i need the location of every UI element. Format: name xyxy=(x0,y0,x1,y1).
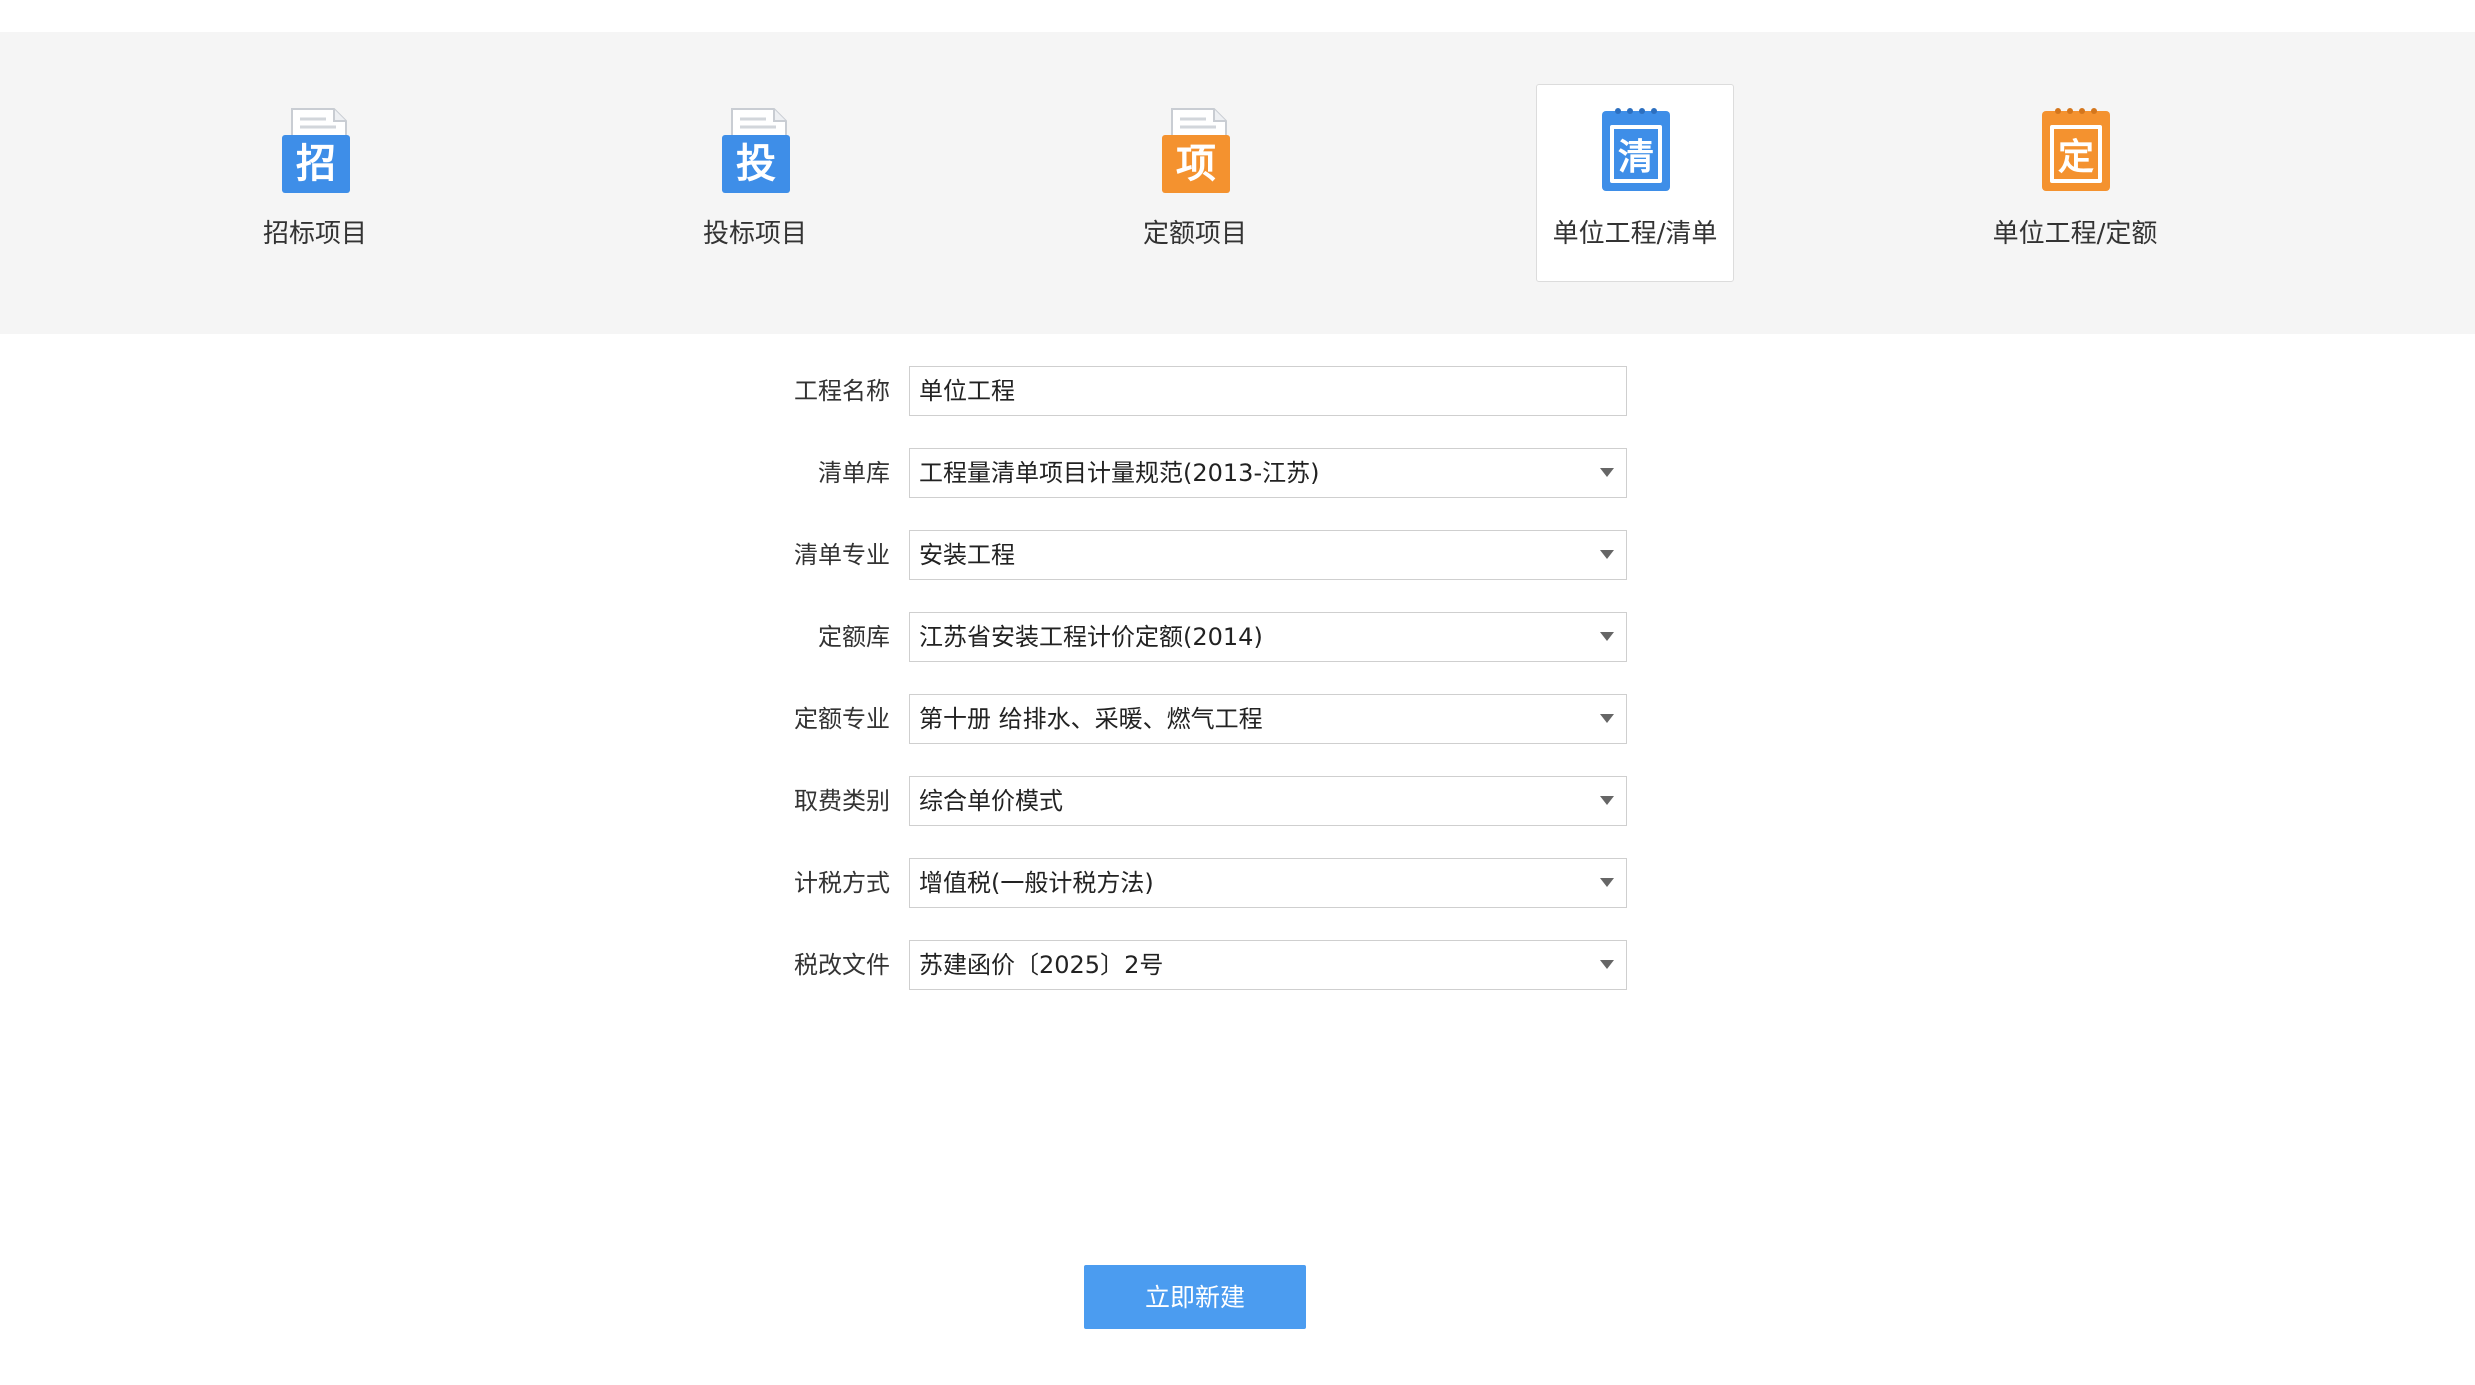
create-now-button[interactable]: 立即新建 xyxy=(1084,1265,1306,1329)
icon-char: 投 xyxy=(736,141,776,187)
project-name-label: 工程名称 xyxy=(794,377,890,405)
dropdown-arrow-icon[interactable] xyxy=(1600,960,1614,969)
icon-char: 招 xyxy=(296,141,336,187)
icon-char: 清 xyxy=(1618,137,1654,178)
bill-specialty-label: 清单专业 xyxy=(794,541,890,569)
tax-document-value: 苏建函价〔2025〕2号 xyxy=(919,951,1164,979)
tax-method-select[interactable]: 增值税(一般计税方法) xyxy=(909,858,1627,908)
quota-specialty-select[interactable]: 第十册 给排水、采暖、燃气工程 xyxy=(909,694,1627,744)
form-row-quota-specialty: 定额专业 第十册 给排水、采暖、燃气工程 xyxy=(0,694,2475,744)
form-row-bill-specialty: 清单专业 安装工程 xyxy=(0,530,2475,580)
quota-specialty-label: 定额专业 xyxy=(794,705,890,733)
project-name-input[interactable] xyxy=(919,367,1599,415)
tab-unit-project-bill[interactable]: 清 单位工程/清单 xyxy=(1536,84,1734,282)
tab-label: 招标项目 xyxy=(262,219,367,249)
form-row-bill-library: 清单库 工程量清单项目计量规范(2013-江苏) xyxy=(0,448,2475,498)
bill-specialty-value: 安装工程 xyxy=(919,541,1015,569)
form-row-fee-category: 取费类别 综合单价模式 xyxy=(0,776,2475,826)
tax-document-label: 税改文件 xyxy=(794,951,890,979)
fee-category-value: 综合单价模式 xyxy=(919,787,1063,815)
fee-category-select[interactable]: 综合单价模式 xyxy=(909,776,1627,826)
form-row-project-name: 工程名称 xyxy=(0,366,2475,416)
bill-library-label: 清单库 xyxy=(818,459,890,487)
tab-label: 单位工程/定额 xyxy=(1992,219,2158,249)
quota-library-select[interactable]: 江苏省安装工程计价定额(2014) xyxy=(909,612,1627,662)
icon-char: 定 xyxy=(2058,137,2094,178)
quota-specialty-value: 第十册 给排水、采暖、燃气工程 xyxy=(919,705,1263,733)
bill-library-select[interactable]: 工程量清单项目计量规范(2013-江苏) xyxy=(909,448,1627,498)
form-row-quota-library: 定额库 江苏省安装工程计价定额(2014) xyxy=(0,612,2475,662)
tab-bid-invitation-project[interactable]: 招 招标项目 xyxy=(216,84,414,282)
tou-doc-icon: 投 xyxy=(722,108,790,193)
form-row-tax-method: 计税方式 增值税(一般计税方法) xyxy=(0,858,2475,908)
bill-specialty-select[interactable]: 安装工程 xyxy=(909,530,1627,580)
project-name-field[interactable] xyxy=(909,366,1627,416)
tab-label: 投标项目 xyxy=(702,219,807,249)
tax-method-value: 增值税(一般计税方法) xyxy=(919,869,1154,897)
dropdown-arrow-icon[interactable] xyxy=(1600,550,1614,559)
xiang-doc-icon: 项 xyxy=(1162,108,1230,193)
bill-library-value: 工程量清单项目计量规范(2013-江苏) xyxy=(919,459,1320,487)
dropdown-arrow-icon[interactable] xyxy=(1600,714,1614,723)
dropdown-arrow-icon[interactable] xyxy=(1600,796,1614,805)
project-type-bar: 招 招标项目 投 投标项目 项 定额项目 清 单位工程/清单 定 单位工程/定额 xyxy=(0,32,2475,334)
tab-label: 定额项目 xyxy=(1142,219,1247,249)
quota-library-value: 江苏省安装工程计价定额(2014) xyxy=(919,623,1263,651)
quota-library-label: 定额库 xyxy=(818,623,890,651)
ding-notepad-icon: 定 xyxy=(2042,108,2110,191)
dropdown-arrow-icon[interactable] xyxy=(1600,468,1614,477)
tax-method-label: 计税方式 xyxy=(794,869,890,897)
tab-label: 单位工程/清单 xyxy=(1552,219,1718,249)
dropdown-arrow-icon[interactable] xyxy=(1600,878,1614,887)
dropdown-arrow-icon[interactable] xyxy=(1600,632,1614,641)
zhao-doc-icon: 招 xyxy=(282,108,350,193)
tab-quota-project[interactable]: 项 定额项目 xyxy=(1096,84,1294,282)
qing-notepad-icon: 清 xyxy=(1602,108,1670,191)
tab-unit-project-quota[interactable]: 定 单位工程/定额 xyxy=(1976,84,2174,282)
tab-bid-project[interactable]: 投 投标项目 xyxy=(656,84,854,282)
form-row-tax-document: 税改文件 苏建函价〔2025〕2号 xyxy=(0,940,2475,990)
fee-category-label: 取费类别 xyxy=(794,787,890,815)
tax-document-select[interactable]: 苏建函价〔2025〕2号 xyxy=(909,940,1627,990)
icon-char: 项 xyxy=(1176,141,1216,187)
